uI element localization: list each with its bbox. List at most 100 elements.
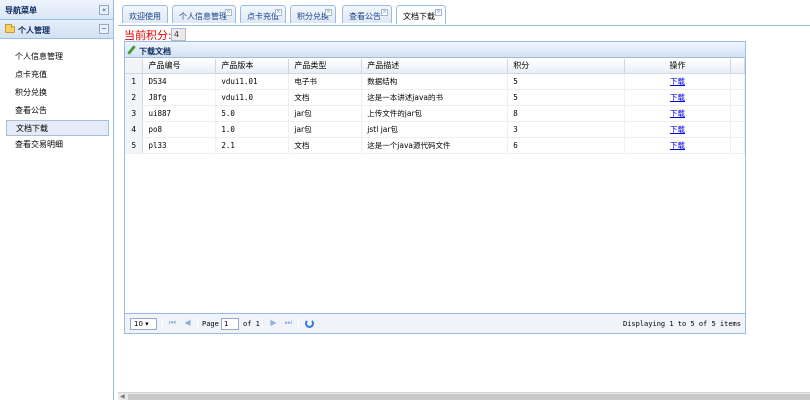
prev-page-icon[interactable]: ◀ [183, 318, 192, 328]
nav-item-recharge[interactable]: 点卡充值 [0, 66, 113, 84]
scrollbar-thumb[interactable] [128, 394, 810, 400]
collapse-group-icon[interactable]: − [99, 24, 109, 34]
product-version: 2.1 [215, 137, 290, 154]
horizontal-scrollbar[interactable]: ◀ [118, 392, 810, 400]
page-size-select[interactable]: 10 ▾ [130, 318, 157, 330]
product-type: jar包 [288, 105, 363, 122]
product-version: vdui1.01 [215, 73, 290, 90]
product-description: 这是一个java源代码文件 [361, 137, 509, 154]
filler-cell [730, 121, 746, 138]
scroll-left-icon[interactable]: ◀ [120, 393, 125, 400]
row-number: 4 [125, 121, 144, 138]
product-description: 这是一本讲述java的书 [361, 89, 509, 106]
tab-welcome[interactable]: 欢迎使用 [122, 5, 168, 23]
tab-announcements[interactable]: 查看公告 × [342, 5, 392, 23]
action-cell: 下载 [624, 73, 731, 90]
action-cell: 下载 [624, 137, 731, 154]
table-row[interactable]: 3 ui887 5.0 jar包 上传文件的jar包 8 下载 [125, 105, 746, 122]
column-header[interactable]: 产品版本 [215, 59, 290, 74]
filler-cell [730, 137, 746, 154]
product-type: 文档 [288, 89, 363, 106]
nav-item-announcements[interactable]: 查看公告 [0, 102, 113, 120]
refresh-icon[interactable] [305, 319, 314, 328]
pager-separator [197, 318, 198, 330]
collapse-left-icon[interactable]: « [99, 5, 109, 15]
page-label: Page [202, 320, 219, 328]
tab-points-exchange[interactable]: 积分兑换 × [290, 5, 336, 23]
tab-profile[interactable]: 个人信息管理 × [172, 5, 236, 23]
product-version: 1.0 [215, 121, 290, 138]
download-link[interactable]: 下载 [670, 77, 685, 86]
row-number: 2 [125, 89, 144, 106]
tab-label: 查看公告 [349, 12, 381, 21]
tab-downloads[interactable]: 文档下载 × [396, 5, 446, 24]
column-header[interactable]: 产品描述 [361, 59, 509, 74]
product-id: DS34 [142, 73, 217, 90]
nav-title: 导航菜单 [5, 6, 37, 15]
nav-item-downloads[interactable]: 文档下载 [6, 120, 109, 136]
pager-separator [298, 318, 299, 330]
column-header[interactable]: 操作 [624, 59, 731, 74]
product-type: 文档 [288, 137, 363, 154]
nav-header: 导航菜单 « [0, 0, 113, 20]
close-icon[interactable]: × [275, 9, 282, 16]
table-header-row: 产品编号 产品版本 产品类型 产品描述 积分 操作 [125, 59, 746, 74]
next-page-icon[interactable]: ▶ [269, 318, 278, 328]
table-row[interactable]: 1 DS34 vdui1.01 电子书 数据结构 5 下载 [125, 73, 746, 90]
column-header-filler [730, 59, 746, 74]
close-icon[interactable]: × [325, 9, 332, 16]
row-number: 5 [125, 137, 144, 154]
filler-cell [730, 105, 746, 122]
product-id: J8fg [142, 89, 217, 106]
page-number-input[interactable]: 1 [221, 318, 239, 330]
grid-header: 下载文档 [125, 42, 745, 58]
download-link[interactable]: 下载 [670, 109, 685, 118]
download-link[interactable]: 下载 [670, 141, 685, 150]
table-row[interactable]: 2 J8fg vdui1.0 文档 这是一本讲述java的书 5 下载 [125, 89, 746, 106]
download-table: 产品编号 产品版本 产品类型 产品描述 积分 操作 1 DS34 vdui1.0… [125, 59, 746, 154]
action-cell: 下载 [624, 89, 731, 106]
product-id: pl33 [142, 137, 217, 154]
product-version: vdui1.0 [215, 89, 290, 106]
points-value-field: 4 [171, 28, 186, 41]
column-header[interactable]: 积分 [507, 59, 626, 74]
pager-separator [262, 318, 263, 330]
column-header[interactable]: 产品类型 [288, 59, 363, 74]
last-page-icon[interactable]: ⏭ [284, 318, 293, 328]
close-icon[interactable]: × [435, 9, 442, 16]
pencil-icon [127, 45, 136, 55]
row-number: 3 [125, 105, 144, 122]
download-link[interactable]: 下载 [670, 125, 685, 134]
product-version: 5.0 [215, 105, 290, 122]
nav-panel: 导航菜单 « 个人管理 − 个人信息管理 点卡充值 积分兑换 查看公告 文档下载… [0, 0, 114, 400]
tab-recharge[interactable]: 点卡充值 × [240, 5, 286, 23]
download-link[interactable]: 下载 [670, 93, 685, 102]
close-icon[interactable]: × [225, 9, 232, 16]
tab-strip: 欢迎使用 个人信息管理 × 点卡充值 × 积分兑换 × 查看公告 × 文档下载 … [118, 0, 810, 26]
page-total-label: of 1 [243, 320, 260, 328]
table-row[interactable]: 4 po8 1.0 jar包 jstl jar包 3 下载 [125, 121, 746, 138]
nav-group-personal[interactable]: 个人管理 − [0, 20, 113, 39]
table-row[interactable]: 5 pl33 2.1 文档 这是一个java源代码文件 6 下载 [125, 137, 746, 154]
product-id: po8 [142, 121, 217, 138]
close-icon[interactable]: × [381, 9, 388, 16]
product-description: jstl jar包 [361, 121, 509, 138]
filler-cell [730, 89, 746, 106]
display-info: Displaying 1 to 5 of 5 items [622, 320, 741, 328]
nav-item-points-exchange[interactable]: 积分兑换 [0, 84, 113, 102]
pagination-bar: 10 ▾ ⏮ ◀ Page 1 of 1 ▶ ⏭ Displaying 1 to… [125, 313, 745, 333]
nav-item-profile[interactable]: 个人信息管理 [0, 48, 113, 66]
pager-separator [162, 318, 163, 330]
column-header[interactable]: 产品编号 [142, 59, 217, 74]
grid-title: 下载文档 [139, 47, 171, 56]
product-description: 数据结构 [361, 73, 509, 90]
nav-item-transactions[interactable]: 查看交易明细 [0, 136, 113, 154]
first-page-icon[interactable]: ⏮ [168, 318, 177, 328]
row-number-header [125, 59, 144, 74]
product-type: 电子书 [288, 73, 363, 90]
product-points: 3 [507, 121, 626, 138]
action-cell: 下载 [624, 121, 731, 138]
product-points: 5 [507, 73, 626, 90]
product-points: 6 [507, 137, 626, 154]
action-cell: 下载 [624, 105, 731, 122]
